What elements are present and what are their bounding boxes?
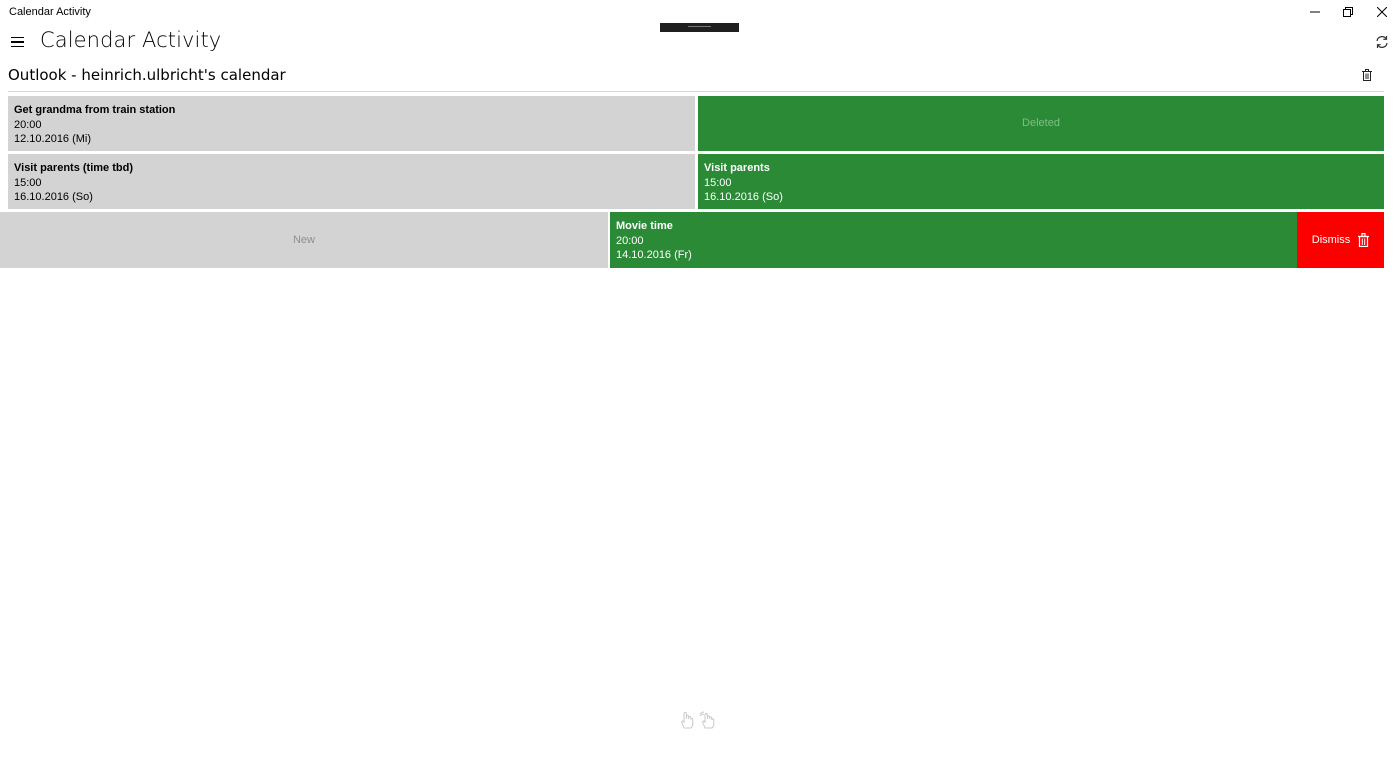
title-bar[interactable]: Calendar Activity (0, 0, 1399, 24)
event-title: Movie time (616, 220, 673, 232)
list-item[interactable]: Get grandma from train station 20:00 12.… (8, 96, 695, 151)
minimize-icon (1310, 11, 1320, 13)
window-title: Calendar Activity (9, 6, 91, 18)
divider (8, 91, 1384, 92)
close-button[interactable] (1365, 0, 1399, 24)
close-icon (1377, 7, 1387, 17)
status-label: New (292, 233, 315, 246)
event-date: 16.10.2016 (So) (704, 191, 783, 204)
hamburger-menu-button[interactable] (8, 32, 28, 52)
event-time: 15:00 (704, 176, 732, 189)
minimize-button[interactable] (1298, 0, 1332, 24)
list-item[interactable]: Deleted (698, 96, 1384, 151)
event-date: 12.10.2016 (Mi) (14, 133, 92, 146)
status-label: Deleted (1022, 117, 1060, 130)
event-time: 20:00 (14, 118, 42, 131)
hamburger-icon (11, 36, 24, 39)
event-time: 20:00 (616, 234, 644, 247)
restore-icon (1343, 7, 1353, 17)
drag-handle[interactable] (660, 23, 739, 32)
hamburger-icon-line (11, 45, 24, 48)
touch-hint (679, 711, 715, 729)
app-window: Calendar Activity Calendar Activity Outl… (0, 0, 1399, 758)
list-item[interactable]: Visit parents 15:00 16.10.2016 (So) (698, 154, 1384, 209)
event-time: 15:00 (14, 176, 42, 189)
page-title: Calendar Activity (40, 28, 222, 52)
event-date: 14.10.2016 (Fr) (616, 249, 692, 262)
event-date: 16.10.2016 (So) (14, 191, 93, 204)
dismiss-button[interactable]: Dismiss (1297, 212, 1384, 268)
refresh-button[interactable] (1372, 32, 1392, 52)
delete-calendar-button[interactable] (1358, 66, 1376, 84)
dismiss-label: Dismiss (1311, 234, 1351, 246)
touch-gesture-icon (699, 711, 715, 729)
event-title: Get grandma from train station (14, 104, 176, 116)
trash-icon (1362, 69, 1372, 81)
restore-button[interactable] (1331, 0, 1365, 24)
calendar-name: Outlook - heinrich.ulbricht's calendar (8, 66, 286, 84)
list-item[interactable]: New (0, 212, 608, 268)
event-title: Visit parents (704, 162, 770, 174)
refresh-icon (1376, 36, 1388, 48)
list-item[interactable]: Movie time 20:00 14.10.2016 (Fr) (610, 212, 1297, 268)
event-title: Visit parents (time tbd) (14, 162, 133, 174)
trash-icon (1358, 233, 1370, 247)
hamburger-icon-line (11, 41, 24, 43)
list-item[interactable]: Visit parents (time tbd) 15:00 16.10.201… (8, 154, 695, 209)
touch-hand-icon (681, 711, 694, 729)
